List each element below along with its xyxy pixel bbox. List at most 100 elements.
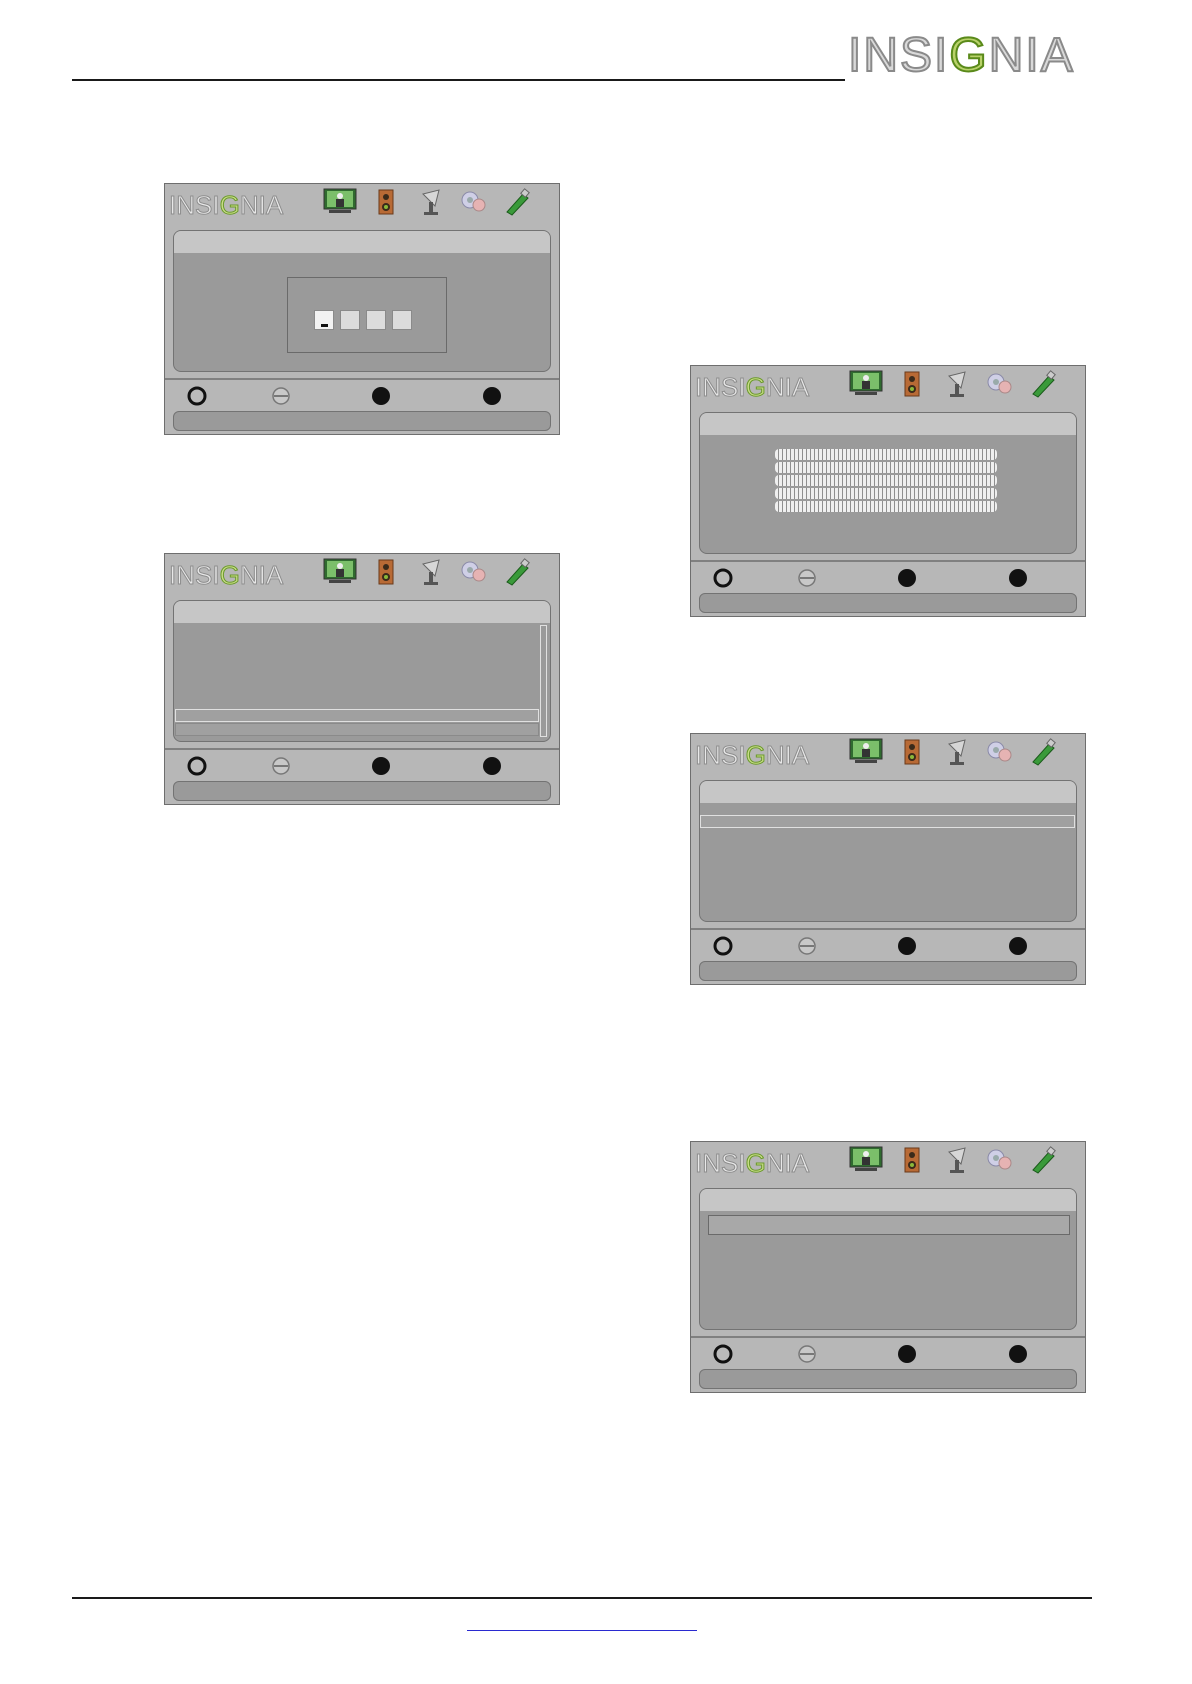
select-icon: [797, 1344, 817, 1364]
usb-icon[interactable]: [1025, 738, 1059, 766]
help-bar: [699, 593, 1077, 613]
osd-header: INSIGNIA: [165, 554, 559, 598]
osd-divider: [165, 378, 559, 380]
usb-icon[interactable]: [499, 188, 533, 216]
osd-header: INSIGNIA: [691, 1142, 1085, 1186]
move-icon: [187, 756, 207, 776]
help-bar: [173, 411, 551, 431]
audio-icon[interactable]: [895, 370, 929, 398]
picture-icon[interactable]: [323, 188, 357, 216]
menu-category-icons: [323, 188, 543, 218]
menu-category-icons: [323, 558, 543, 588]
usb-icon[interactable]: [1025, 370, 1059, 398]
exit-button-icon: [1008, 936, 1028, 956]
osd-screen-password: INSIGNIA: [164, 183, 560, 435]
settings-icon[interactable]: [457, 188, 491, 216]
select-icon: [797, 936, 817, 956]
osd-divider: [691, 560, 1085, 562]
channels-icon[interactable]: [939, 738, 973, 766]
channels-icon[interactable]: [939, 370, 973, 398]
exit-button-icon: [1008, 1344, 1028, 1364]
menu-category-icons: [849, 738, 1069, 768]
menu-button-icon: [897, 936, 917, 956]
header-rule: [72, 79, 845, 81]
audio-icon[interactable]: [369, 558, 403, 586]
settings-icon[interactable]: [983, 1146, 1017, 1174]
panel-title-bar: [174, 601, 550, 623]
panel-title-bar: [174, 231, 550, 253]
menu-button-icon: [371, 756, 391, 776]
list-item[interactable]: [175, 723, 539, 736]
osd-header: INSIGNIA: [691, 734, 1085, 778]
control-hints: [173, 753, 551, 779]
channels-icon[interactable]: [939, 1146, 973, 1174]
menu-button-icon: [371, 386, 391, 406]
settings-icon[interactable]: [983, 370, 1017, 398]
control-hints: [699, 565, 1077, 591]
settings-icon[interactable]: [457, 558, 491, 586]
menu-category-icons: [849, 370, 1069, 400]
usb-icon[interactable]: [1025, 1146, 1059, 1174]
list-item-selected[interactable]: [700, 815, 1075, 828]
osd-panel: [699, 1188, 1077, 1330]
osd-panel: [173, 230, 551, 372]
picture-icon[interactable]: [849, 1146, 883, 1174]
select-icon: [797, 568, 817, 588]
channels-icon[interactable]: [413, 188, 447, 216]
control-hints: [173, 383, 551, 409]
list-item-selected[interactable]: [708, 1215, 1070, 1235]
osd-logo: INSIGNIA: [695, 740, 810, 771]
help-bar: [699, 961, 1077, 981]
exit-button-icon: [482, 756, 502, 776]
move-icon: [713, 936, 733, 956]
move-icon: [713, 568, 733, 588]
list-item-selected[interactable]: [175, 709, 539, 722]
osd-logo: INSIGNIA: [695, 372, 810, 403]
text-line: [775, 462, 997, 473]
footer-rule: [72, 1597, 1092, 1599]
help-bar: [173, 781, 551, 801]
select-icon: [271, 386, 291, 406]
panel-title-bar: [700, 781, 1076, 803]
usb-icon[interactable]: [499, 558, 533, 586]
control-hints: [699, 1341, 1077, 1367]
text-line: [775, 488, 997, 499]
text-line: [775, 501, 997, 512]
pin-digit-1[interactable]: [314, 310, 334, 330]
audio-icon[interactable]: [369, 188, 403, 216]
osd-logo: INSIGNIA: [169, 560, 284, 591]
osd-screen-list-top: INSIGNIA: [690, 733, 1086, 985]
osd-panel: [699, 412, 1077, 554]
osd-header: INSIGNIA: [691, 366, 1085, 410]
picture-icon[interactable]: [849, 370, 883, 398]
osd-screen-list-inset: INSIGNIA: [690, 1141, 1086, 1393]
menu-button-icon: [897, 1344, 917, 1364]
select-icon: [271, 756, 291, 776]
osd-panel: [699, 780, 1077, 922]
input-cursor: [321, 324, 328, 327]
channels-icon[interactable]: [413, 558, 447, 586]
pin-digit-4[interactable]: [392, 310, 412, 330]
control-hints: [699, 933, 1077, 959]
osd-screen-pattern: INSIGNIA: [690, 365, 1086, 617]
scrollbar[interactable]: [540, 625, 547, 737]
picture-icon[interactable]: [323, 558, 357, 586]
exit-button-icon: [482, 386, 502, 406]
audio-icon[interactable]: [895, 738, 929, 766]
osd-logo: INSIGNIA: [695, 1148, 810, 1179]
move-icon: [187, 386, 207, 406]
audio-icon[interactable]: [895, 1146, 929, 1174]
picture-icon[interactable]: [849, 738, 883, 766]
footer-link-underline[interactable]: [467, 1630, 697, 1631]
exit-button-icon: [1008, 568, 1028, 588]
pin-digit-3[interactable]: [366, 310, 386, 330]
settings-icon[interactable]: [983, 738, 1017, 766]
osd-logo: INSIGNIA: [169, 190, 284, 221]
osd-panel: [173, 600, 551, 742]
osd-header: INSIGNIA: [165, 184, 559, 228]
panel-title-bar: [700, 413, 1076, 435]
pin-digit-2[interactable]: [340, 310, 360, 330]
menu-button-icon: [897, 568, 917, 588]
brand-logo: INSIGNIA: [847, 28, 1075, 83]
osd-divider: [691, 928, 1085, 930]
